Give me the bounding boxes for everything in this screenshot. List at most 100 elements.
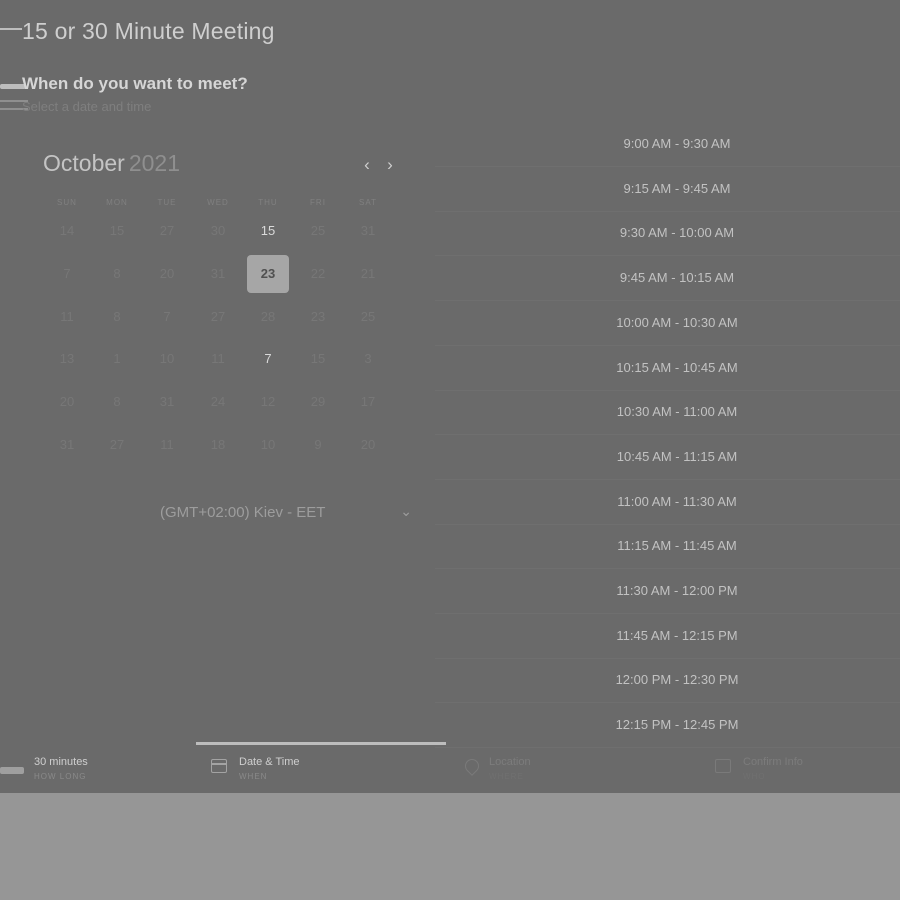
weekday-label: THU — [258, 198, 278, 207]
location-pin-icon — [462, 756, 482, 776]
calendar-day-selected[interactable]: 23 — [247, 255, 289, 293]
timezone-label: (GMT+02:00) Kiev - EET — [160, 504, 326, 521]
weekday-label: TUE — [157, 198, 177, 207]
calendar-month: October — [43, 150, 125, 176]
step-title: 30 minutes — [34, 756, 88, 768]
time-slot-label: 9:30 AM - 10:00 AM — [619, 225, 735, 241]
time-slot-label: 11:00 AM - 11:30 AM — [617, 493, 737, 509]
calendar-day: 7 — [63, 266, 71, 281]
time-slot[interactable]: 11:30 AM - 12:00 PM — [435, 569, 900, 614]
calendar-day: 30 — [210, 223, 226, 238]
calendar-day: 9 — [314, 437, 322, 452]
time-slot-label: 10:00 AM - 10:30 AM — [616, 314, 738, 330]
section-subtitle: Select a date and time — [22, 99, 152, 114]
chevron-left-icon: ‹ — [364, 155, 370, 174]
time-slot-label: 11:15 AM - 11:45 AM — [617, 538, 737, 554]
scheduler-app: 15 or 30 Minute Meeting When do you want… — [0, 0, 900, 793]
calendar-day: 14 — [59, 223, 75, 238]
time-slot[interactable]: 9:00 AM - 9:30 AM — [435, 122, 900, 167]
time-slot-label: 9:45 AM - 10:15 AM — [619, 270, 735, 286]
calendar-day: 12 — [260, 394, 276, 409]
prev-month-button[interactable]: ‹ — [359, 155, 375, 175]
time-slot[interactable]: 10:00 AM - 10:30 AM — [435, 301, 900, 346]
time-slot[interactable]: 11:15 AM - 11:45 AM — [435, 524, 900, 570]
time-slot-label: 11:45 AM - 12:15 PM — [616, 627, 738, 643]
weekday-label: SUN — [57, 198, 77, 207]
time-slot[interactable]: 10:15 AM - 10:45 AM — [435, 346, 900, 391]
time-slot[interactable]: 10:45 AM - 11:15 AM — [435, 435, 900, 480]
time-slot-label: 11:30 AM - 12:00 PM — [616, 583, 738, 598]
calendar-day: 18 — [210, 437, 226, 452]
calendar-year: 2021 — [128, 150, 180, 176]
time-slot[interactable]: 12:00 PM - 12:30 PM — [435, 658, 900, 704]
calendar-day: 7 — [163, 309, 171, 324]
calendar-day: 27 — [159, 223, 175, 238]
confirm-icon — [715, 759, 731, 773]
calendar-day: 3 — [364, 351, 372, 366]
time-slot-label: 10:30 AM - 11:00 AM — [616, 404, 738, 420]
step-footer: 30 minutes HOW LONG Date & Time WHEN Loc… — [0, 742, 900, 793]
step-date-time[interactable]: Date & Time WHEN — [211, 756, 411, 786]
calendar-day: 20 — [360, 437, 376, 452]
time-slot-label: 10:15 AM - 10:45 AM — [616, 359, 738, 375]
step-subtitle: HOW LONG — [34, 772, 87, 781]
page-title: 15 or 30 Minute Meeting — [22, 18, 275, 44]
time-slot[interactable]: 9:45 AM - 10:15 AM — [435, 256, 900, 302]
time-slot[interactable]: 11:45 AM - 12:15 PM — [435, 614, 900, 659]
time-slot[interactable]: 9:15 AM - 9:45 AM — [435, 167, 900, 212]
time-slot[interactable]: 11:00 AM - 11:30 AM — [435, 480, 900, 525]
next-month-button[interactable]: › — [382, 155, 398, 175]
calendar-day: 20 — [59, 394, 75, 409]
calendar-day: 31 — [159, 394, 175, 409]
calendar-day: 21 — [360, 266, 376, 281]
calendar-day: 31 — [210, 266, 226, 281]
calendar-day: 27 — [210, 309, 226, 324]
calendar-day[interactable]: 15 — [248, 213, 288, 249]
calendar-day: 8 — [113, 266, 121, 281]
step-subtitle: WHO — [743, 772, 766, 781]
step-confirm-info[interactable]: Confirm Info WHO — [715, 756, 895, 786]
time-slot-list: 9:00 AM - 9:30 AM 9:15 AM - 9:45 AM 9:30 A… — [435, 122, 900, 749]
calendar-day: 31 — [360, 223, 376, 238]
step-title: Location — [489, 756, 531, 768]
time-slot[interactable]: 10:30 AM - 11:00 AM — [435, 390, 900, 436]
calendar-day: 27 — [109, 437, 125, 452]
step-title: Confirm Info — [743, 756, 803, 768]
time-slot-label: 12:00 PM - 12:30 PM — [615, 672, 739, 688]
calendar-day: 13 — [59, 351, 75, 366]
step-subtitle: WHEN — [239, 772, 268, 781]
step-title: Date & Time — [239, 756, 300, 768]
calendar-day: 23 — [310, 309, 326, 324]
time-slot-label: 12:15 PM - 12:45 PM — [615, 717, 739, 733]
calendar-day: 11 — [60, 309, 74, 324]
step-subtitle: WHERE — [489, 772, 524, 781]
title-accent-line — [0, 28, 22, 30]
calendar-icon — [211, 759, 227, 773]
calendar-day[interactable]: 7 — [248, 341, 288, 377]
calendar-day: 1 — [113, 351, 121, 366]
calendar-day: 25 — [360, 309, 376, 324]
weekday-label: MON — [106, 198, 128, 207]
time-slot-label: 9:00 AM - 9:30 AM — [623, 136, 731, 151]
calendar-day: 10 — [260, 437, 276, 452]
timezone-select[interactable]: (GMT+02:00) Kiev - EET ⌄ — [160, 503, 412, 525]
chevron-down-icon: ⌄ — [400, 503, 412, 519]
calendar-day: 10 — [159, 351, 175, 366]
calendar-day: 31 — [59, 437, 75, 452]
calendar-month-year: October 2021 — [43, 150, 180, 177]
calendar-day: 15 — [310, 351, 326, 366]
calendar-day: 25 — [310, 223, 326, 238]
calendar-day: 28 — [260, 309, 276, 324]
weekday-label: WED — [207, 198, 229, 207]
calendar-day: 11 — [211, 351, 225, 366]
calendar-day: 24 — [210, 394, 226, 409]
step-duration[interactable]: 30 minutes HOW LONG — [34, 756, 184, 786]
step-location[interactable]: Location WHERE — [462, 756, 664, 786]
time-slot[interactable]: 9:30 AM - 10:00 AM — [435, 211, 900, 257]
calendar-day: 22 — [310, 266, 326, 281]
time-slot-label: 9:15 AM - 9:45 AM — [623, 180, 731, 196]
calendar-day: 20 — [159, 266, 175, 281]
calendar-day: 29 — [310, 394, 326, 409]
calendar-day: 8 — [113, 394, 121, 409]
footer-accent-bar — [0, 767, 24, 774]
